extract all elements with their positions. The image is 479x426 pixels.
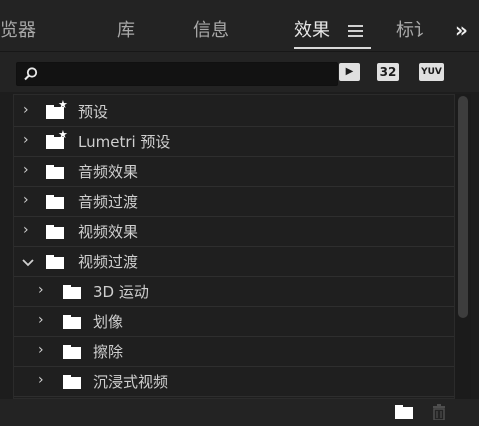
tree-item-label: 视频过渡 xyxy=(78,253,139,271)
32-bit-color-filter-button[interactable]: 32 xyxy=(377,63,399,81)
active-tab-indicator xyxy=(294,47,371,49)
folder-icon xyxy=(46,255,64,269)
trash-icon[interactable] xyxy=(432,404,446,420)
accelerated-effects-filter-button[interactable]: ▶ xyxy=(339,63,360,81)
tree-item-wipe[interactable]: › 擦除 xyxy=(14,337,454,367)
panel-tab-bar: 览器 库 信息 效果 标讠 » xyxy=(0,0,479,52)
effects-tree: › ★ 预设 › ★ Lumetri 预设 › 音频效果 › 音频过渡 › 视频… xyxy=(13,94,455,399)
tab-effects[interactable]: 效果 xyxy=(294,20,330,42)
tree-item-video-effects[interactable]: › 视频效果 xyxy=(14,217,454,247)
search-row xyxy=(0,52,479,92)
tree-item-lumetri-presets[interactable]: › ★ Lumetri 预设 xyxy=(14,127,454,157)
folder-icon xyxy=(46,225,64,239)
chevron-right-icon[interactable]: › xyxy=(23,163,35,177)
hamburger-icon[interactable] xyxy=(348,25,363,37)
accelerated-effects-icon: ▶ xyxy=(345,66,354,77)
tree-item-label: 音频效果 xyxy=(78,163,139,181)
search-input[interactable] xyxy=(43,63,333,85)
folder-icon xyxy=(46,195,64,209)
tree-item-video-transitions[interactable]: 视频过渡 xyxy=(14,247,454,277)
tab-info[interactable]: 信息 xyxy=(193,20,229,42)
tree-item-label: 划像 xyxy=(93,313,124,331)
tab-markers[interactable]: 标讠 xyxy=(396,20,432,42)
starred-folder-icon: ★ xyxy=(46,98,68,119)
folder-icon xyxy=(63,285,81,299)
filter-yuv-label: YUV xyxy=(421,67,442,77)
double-chevron-right-icon[interactable]: » xyxy=(455,18,468,42)
tree-item-label: 沉浸式视频 xyxy=(93,373,169,391)
scrollbar-thumb[interactable] xyxy=(458,96,468,318)
tree-item-audio-transitions[interactable]: › 音频过渡 xyxy=(14,187,454,217)
tab-browser[interactable]: 览器 xyxy=(0,20,36,42)
folder-icon xyxy=(46,165,64,179)
tree-item-label: 音频过渡 xyxy=(78,193,139,211)
folder-icon xyxy=(63,315,81,329)
tree-item-presets[interactable]: › ★ 预设 xyxy=(14,97,454,127)
chevron-right-icon[interactable]: › xyxy=(38,313,50,327)
tree-item-iris[interactable]: › 划像 xyxy=(14,307,454,337)
yuv-filter-button[interactable]: YUV xyxy=(419,63,444,81)
new-bin-folder-icon[interactable] xyxy=(395,405,413,419)
folder-icon xyxy=(63,375,81,389)
chevron-right-icon[interactable]: › xyxy=(23,223,35,237)
tree-item-label: 3D 运动 xyxy=(93,283,149,301)
tree-item-label: 擦除 xyxy=(93,343,124,361)
tree-item-audio-effects[interactable]: › 音频效果 xyxy=(14,157,454,187)
filter-32-label: 32 xyxy=(379,65,397,79)
tab-libraries[interactable]: 库 xyxy=(117,20,135,42)
tree-item-immersive-video[interactable]: › 沉浸式视频 xyxy=(14,367,454,397)
search-icon xyxy=(24,67,38,81)
chevron-right-icon[interactable]: › xyxy=(23,103,35,117)
bottom-toolbar xyxy=(0,399,479,426)
chevron-down-icon[interactable] xyxy=(22,256,34,270)
tree-item-label: 视频效果 xyxy=(78,223,139,241)
folder-icon xyxy=(63,345,81,359)
chevron-right-icon[interactable]: › xyxy=(23,133,35,147)
tree-item-label: 预设 xyxy=(78,103,109,121)
chevron-right-icon[interactable]: › xyxy=(38,373,50,387)
starred-folder-icon: ★ xyxy=(46,128,68,149)
chevron-right-icon[interactable]: › xyxy=(38,283,50,297)
tree-item-3d-motion[interactable]: › 3D 运动 xyxy=(14,277,454,307)
chevron-right-icon[interactable]: › xyxy=(38,343,50,357)
chevron-right-icon[interactable]: › xyxy=(23,193,35,207)
tree-item-label: Lumetri 预设 xyxy=(78,133,171,151)
search-field[interactable] xyxy=(16,62,338,86)
